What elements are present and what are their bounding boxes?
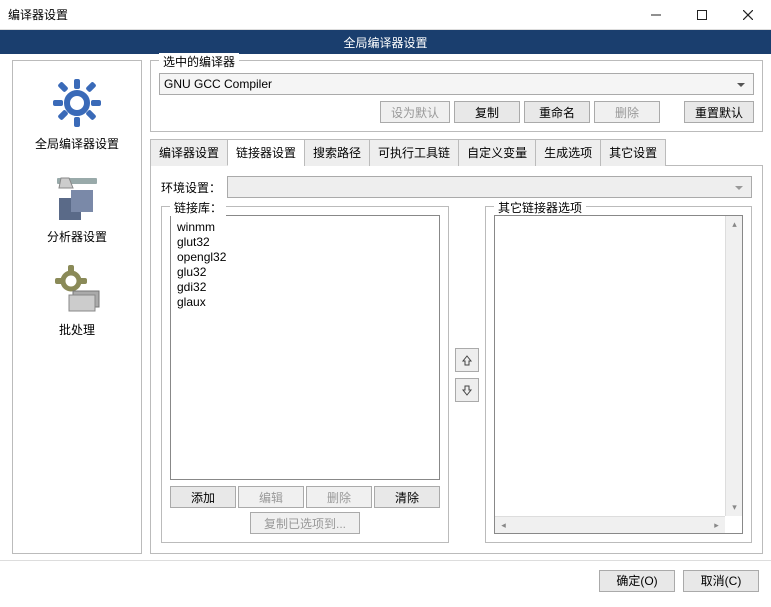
tab-search-paths[interactable]: 搜索路径: [304, 139, 370, 166]
set-default-button[interactable]: 设为默认: [380, 101, 450, 123]
vertical-scrollbar[interactable]: ▴ ▾: [725, 216, 742, 516]
ok-button[interactable]: 确定(O): [599, 570, 675, 592]
selected-compiler-legend: 选中的编译器: [159, 53, 239, 70]
rename-button[interactable]: 重命名: [524, 101, 590, 123]
sidebar-item-compiler[interactable]: 全局编译器设置: [17, 69, 137, 158]
other-linker-group: 其它链接器选项 ▴ ▾ ◂ ▸: [485, 206, 752, 543]
other-linker-title: 其它链接器选项: [494, 199, 586, 216]
compiler-select[interactable]: GNU GCC Compiler: [159, 73, 754, 95]
batch-gear-icon: [49, 261, 105, 317]
gear-icon: [49, 75, 105, 131]
compiler-select-value: GNU GCC Compiler: [164, 77, 272, 91]
link-libs-listbox[interactable]: winmm glut32 opengl32 glu32 gdi32 glaux: [170, 215, 440, 480]
tab-compiler-settings[interactable]: 编译器设置: [150, 139, 228, 166]
move-down-button[interactable]: [455, 378, 479, 402]
minimize-button[interactable]: [633, 0, 679, 30]
caliper-icon: [49, 168, 105, 224]
tab-build-options[interactable]: 生成选项: [535, 139, 601, 166]
link-libs-title: 链接库：: [170, 199, 226, 216]
sidebar-item-label: 分析器设置: [47, 228, 107, 245]
title-bar: 编译器设置: [0, 0, 771, 30]
sidebar-item-label: 全局编译器设置: [35, 135, 119, 152]
clear-libs-button[interactable]: 清除: [374, 486, 440, 508]
copy-button[interactable]: 复制: [454, 101, 520, 123]
other-linker-textbox[interactable]: ▴ ▾ ◂ ▸: [494, 215, 743, 534]
reset-defaults-button[interactable]: 重置默认: [684, 101, 754, 123]
close-button[interactable]: [725, 0, 771, 30]
tab-custom-vars[interactable]: 自定义变量: [458, 139, 536, 166]
banner-title: 全局编译器设置: [343, 34, 427, 51]
sidebar: 全局编译器设置 分析器设置 批处理: [12, 60, 142, 554]
cancel-button[interactable]: 取消(C): [683, 570, 759, 592]
horizontal-scrollbar[interactable]: ◂ ▸: [495, 516, 725, 533]
scroll-down-icon: ▾: [726, 499, 743, 516]
content-area: 选中的编译器 GNU GCC Compiler 设为默认 复制 重命名 删除 重…: [150, 60, 763, 554]
maximize-button[interactable]: [679, 0, 725, 30]
delete-lib-button[interactable]: 删除: [306, 486, 372, 508]
edit-lib-button[interactable]: 编辑: [238, 486, 304, 508]
delete-button[interactable]: 删除: [594, 101, 660, 123]
env-select[interactable]: [227, 176, 752, 198]
tab-toolchain[interactable]: 可执行工具链: [369, 139, 459, 166]
tab-body: 环境设置： 链接库： winmm glut32 opengl32 glu32 g…: [150, 166, 763, 554]
sidebar-item-batch[interactable]: 批处理: [17, 255, 137, 344]
selected-compiler-fieldset: 选中的编译器 GNU GCC Compiler 设为默认 复制 重命名 删除 重…: [150, 60, 763, 132]
sidebar-item-analyzer[interactable]: 分析器设置: [17, 162, 137, 251]
reorder-buttons: [453, 206, 481, 543]
tabs: 编译器设置 链接器设置 搜索路径 可执行工具链 自定义变量 生成选项 其它设置: [150, 138, 763, 166]
copy-selected-button[interactable]: 复制已选项到...: [250, 512, 360, 534]
tab-linker-settings[interactable]: 链接器设置: [227, 139, 305, 166]
tab-other-settings[interactable]: 其它设置: [600, 139, 666, 166]
add-lib-button[interactable]: 添加: [170, 486, 236, 508]
sidebar-item-label: 批处理: [59, 321, 95, 338]
move-up-button[interactable]: [455, 348, 479, 372]
banner: 全局编译器设置: [0, 30, 771, 54]
link-libs-group: 链接库： winmm glut32 opengl32 glu32 gdi32 g…: [161, 206, 449, 543]
dialog-footer: 确定(O) 取消(C): [0, 560, 771, 600]
scroll-left-icon: ◂: [495, 517, 512, 534]
env-label: 环境设置：: [161, 179, 221, 196]
window-title: 编译器设置: [0, 6, 633, 23]
scroll-right-icon: ▸: [708, 517, 725, 534]
scroll-up-icon: ▴: [726, 216, 743, 233]
